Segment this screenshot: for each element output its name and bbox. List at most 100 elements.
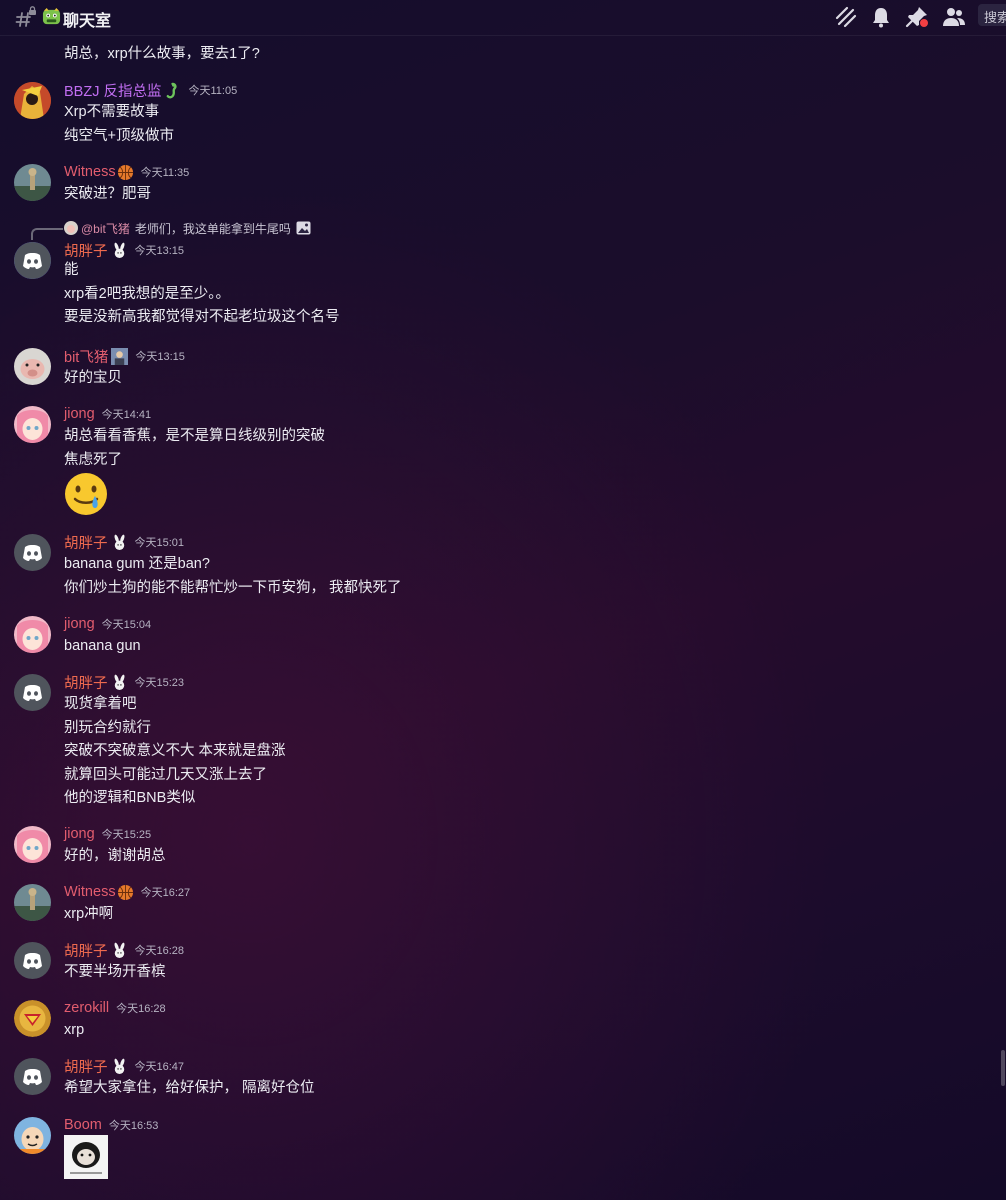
basketball-icon	[117, 884, 133, 900]
message-header: BBZJ 反指总监 今天11:05	[64, 80, 237, 100]
avatar[interactable]	[14, 616, 51, 653]
avatar[interactable]	[14, 674, 51, 711]
message-content: 胡总看看香蕉，是不是算日线级别的突破	[64, 428, 325, 444]
username[interactable]: jiong	[64, 826, 95, 842]
threads-icon[interactable]	[834, 5, 858, 29]
basketball-icon	[117, 164, 133, 180]
image-icon	[296, 221, 311, 235]
message-header: jiong 今天15:25	[64, 824, 151, 844]
avatar[interactable]	[14, 942, 51, 979]
message-header: Witness 今天11:35	[64, 162, 189, 182]
bell-icon[interactable]	[869, 5, 893, 29]
message-header: 胡胖子 今天15:01	[64, 532, 184, 552]
timestamp: 今天13:15	[135, 351, 185, 363]
timestamp: 今天16:28	[134, 945, 185, 957]
timestamp: 今天16:27	[140, 887, 191, 899]
timestamp: 今天15:23	[134, 677, 185, 689]
avatar[interactable]	[14, 826, 51, 863]
username[interactable]: 胡胖子	[64, 240, 108, 261]
message-content: 突破不突破意义不大 本来就是盘涨	[64, 743, 286, 759]
timestamp: 今天16:53	[108, 1120, 159, 1132]
pin-icon[interactable]	[905, 5, 929, 29]
message-content: 胡总，xrp什么故事，要去1了?	[64, 46, 260, 62]
timestamp: 今天11:05	[188, 85, 238, 97]
timestamp: 今天13:15	[134, 245, 185, 257]
avatar[interactable]	[14, 534, 51, 571]
rabbit-icon	[114, 242, 124, 258]
scrollbar[interactable]	[1001, 1050, 1005, 1086]
message-header: Witness 今天16:27	[64, 882, 190, 902]
message-content: 希望大家拿住，给好保护， 隔离好仓位	[64, 1080, 315, 1096]
reply-mention[interactable]: @bit飞猪	[81, 220, 130, 237]
username[interactable]: zerokill	[64, 1000, 109, 1016]
members-icon[interactable]	[942, 5, 966, 29]
message-content: 他的逻辑和BNB类似	[64, 790, 196, 806]
timestamp: 今天16:47	[134, 1061, 185, 1073]
message-content: 就算回头可能过几天又涨上去了	[64, 766, 267, 783]
message-content: 好的，谢谢胡总	[64, 848, 166, 864]
channel-emoji-icon	[42, 7, 61, 25]
message-content: 好的宝贝	[64, 370, 122, 386]
message-content: 要是没新高我都觉得对不起老垃圾这个名号	[64, 309, 340, 325]
avatar[interactable]	[14, 1000, 51, 1037]
username[interactable]: 胡胖子	[64, 940, 108, 961]
avatar[interactable]	[14, 348, 51, 385]
message-header: bit飞猪 今天13:15	[64, 346, 185, 366]
rabbit-icon	[114, 942, 124, 958]
message-content: xrp	[64, 1022, 85, 1038]
username[interactable]: 胡胖子	[64, 532, 108, 553]
hash-lock-icon	[15, 6, 36, 27]
avatar[interactable]	[14, 242, 51, 279]
username[interactable]: 胡胖子	[64, 672, 108, 693]
message-header: 胡胖子 今天15:23	[64, 672, 184, 692]
avatar[interactable]	[14, 164, 51, 201]
message-content: 不要半场开香槟	[64, 964, 166, 980]
sticker-image[interactable]	[64, 1135, 108, 1179]
message-header: 胡胖子 今天16:47	[64, 1056, 184, 1076]
username[interactable]: jiong	[64, 616, 95, 632]
search-input[interactable]: 搜索	[978, 4, 1006, 26]
channel-header: 聊天室 搜索	[0, 0, 1006, 36]
message-content: xrp冲啊	[64, 906, 114, 922]
message-content: banana gum 还是ban?	[64, 556, 210, 572]
message-content: 突破进？肥哥	[64, 186, 151, 202]
timestamp: 今天16:28	[116, 1003, 166, 1015]
reply-preview[interactable]: @bit飞猪 老师们，我这单能拿到牛尾吗	[64, 220, 311, 236]
message-content: 别玩合约就行	[64, 719, 151, 736]
tear-smile-emoji-icon	[65, 473, 107, 515]
username[interactable]: BBZJ 反指总监	[64, 80, 161, 101]
message-content: 焦虑死了	[64, 451, 122, 468]
message-header: zerokill 今天16:28	[64, 998, 166, 1018]
username[interactable]: 胡胖子	[64, 1056, 108, 1077]
message-header: jiong 今天15:04	[64, 614, 151, 634]
message-content: 现货拿着吧	[64, 696, 137, 712]
username[interactable]: Boom	[64, 1117, 102, 1133]
timestamp: 今天15:01	[134, 537, 185, 549]
message-content: 能	[64, 262, 79, 278]
message-content: 你们炒土狗的能不能帮忙炒一下币安狗， 我都快死了	[64, 579, 402, 596]
message-header: jiong 今天14:41	[64, 404, 151, 424]
username[interactable]: bit飞猪	[64, 346, 108, 367]
username[interactable]: Witness	[64, 884, 116, 900]
message-header: Boom 今天16:53	[64, 1115, 158, 1135]
timestamp: 今天11:35	[140, 167, 190, 179]
avatar[interactable]	[14, 82, 51, 119]
reply-connector	[31, 228, 63, 240]
timestamp: 今天15:04	[101, 619, 152, 631]
message-content: 纯空气+顶级做市	[64, 127, 174, 144]
lizard-badge-icon	[167, 82, 178, 98]
rabbit-icon	[114, 534, 124, 550]
avatar[interactable]	[14, 1117, 51, 1154]
username[interactable]: jiong	[64, 406, 95, 422]
message-content: banana gun	[64, 638, 141, 654]
avatar[interactable]	[14, 406, 51, 443]
message-header: 胡胖子 今天16:28	[64, 940, 184, 960]
message-header: 胡胖子 今天13:15	[64, 240, 184, 260]
username[interactable]: Witness	[64, 164, 116, 180]
avatar[interactable]	[14, 884, 51, 921]
channel-name: 聊天室	[63, 13, 112, 30]
reply-text: 老师们，我这单能拿到牛尾吗	[134, 221, 291, 236]
message-content: xrp看2吧我想的是至少。。	[64, 285, 230, 302]
timestamp: 今天15:25	[101, 829, 152, 841]
avatar[interactable]	[14, 1058, 51, 1095]
